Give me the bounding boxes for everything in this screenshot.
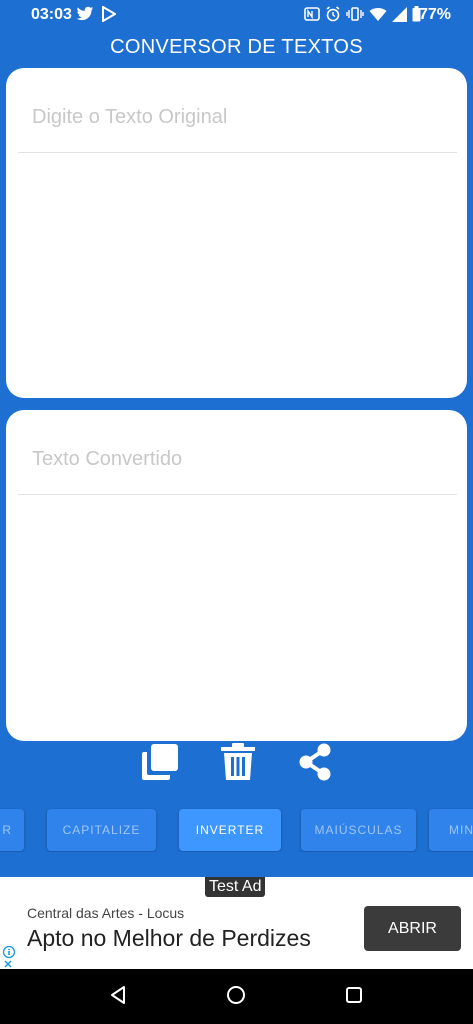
mode-label: CAPITALIZE bbox=[62, 823, 141, 837]
nfc-icon bbox=[304, 7, 320, 26]
mode-button-capitalize[interactable]: CAPITALIZE bbox=[47, 809, 156, 851]
action-bar bbox=[0, 742, 473, 786]
ad-cta-label: ABRIR bbox=[388, 919, 437, 937]
mode-selector[interactable]: R CAPITALIZE INVERTER MAIÚSCULAS MIN bbox=[0, 808, 473, 852]
mode-label: MIN bbox=[449, 823, 473, 837]
ad-badge: Test Ad bbox=[205, 877, 266, 897]
input-card: Digite o Texto Original bbox=[6, 68, 467, 398]
twitter-icon bbox=[76, 6, 94, 27]
copy-icon bbox=[141, 743, 179, 786]
ad-banner[interactable]: Test Ad Central das Artes - Locus Apto n… bbox=[0, 877, 473, 969]
wifi-icon bbox=[369, 7, 387, 27]
share-button[interactable] bbox=[295, 743, 335, 786]
ad-advertiser: Central das Artes - Locus bbox=[27, 905, 185, 921]
share-icon bbox=[298, 743, 332, 786]
mode-label: INVERTER bbox=[195, 823, 265, 837]
mode-button-partial-left[interactable]: R bbox=[0, 809, 24, 851]
status-bar: 03:03 77% bbox=[0, 0, 473, 30]
alarm-icon bbox=[325, 6, 341, 27]
converted-text-field[interactable]: Texto Convertido bbox=[18, 438, 457, 495]
page-title: CONVERSOR DE TEXTOS bbox=[110, 36, 363, 58]
play-store-icon bbox=[102, 5, 117, 27]
recents-button[interactable] bbox=[340, 983, 368, 1011]
converted-text-placeholder: Texto Convertido bbox=[32, 448, 183, 470]
copy-button[interactable] bbox=[140, 743, 180, 786]
original-text-field[interactable]: Digite o Texto Original bbox=[18, 96, 457, 153]
mode-button-maiusculas[interactable]: MAIÚSCULAS bbox=[301, 809, 416, 851]
status-left-icons bbox=[76, 5, 117, 27]
home-button[interactable] bbox=[222, 983, 250, 1011]
vibrate-icon bbox=[346, 6, 364, 27]
battery-percent: 77% bbox=[418, 6, 451, 23]
mode-button-partial-right[interactable]: MIN bbox=[429, 809, 473, 851]
status-time: 03:03 bbox=[31, 6, 72, 23]
ad-cta-button[interactable]: ABRIR bbox=[364, 906, 461, 951]
system-nav-bar bbox=[0, 969, 473, 1024]
mode-label: MAIÚSCULAS bbox=[314, 823, 403, 837]
delete-button[interactable] bbox=[218, 742, 258, 786]
trash-icon bbox=[221, 742, 255, 786]
back-button[interactable] bbox=[104, 983, 132, 1011]
back-icon bbox=[108, 985, 128, 1010]
ad-headline: Apto no Melhor de Perdizes bbox=[27, 925, 311, 951]
recents-icon bbox=[345, 986, 363, 1009]
original-text-placeholder: Digite o Texto Original bbox=[32, 106, 228, 128]
mode-label: R bbox=[2, 823, 12, 837]
mode-button-inverter[interactable]: INVERTER bbox=[179, 809, 281, 851]
output-card: Texto Convertido bbox=[6, 410, 467, 741]
status-right-icons bbox=[304, 6, 421, 27]
app-bar: CONVERSOR DE TEXTOS bbox=[0, 30, 473, 64]
home-icon bbox=[226, 985, 246, 1010]
signal-icon bbox=[392, 6, 407, 27]
